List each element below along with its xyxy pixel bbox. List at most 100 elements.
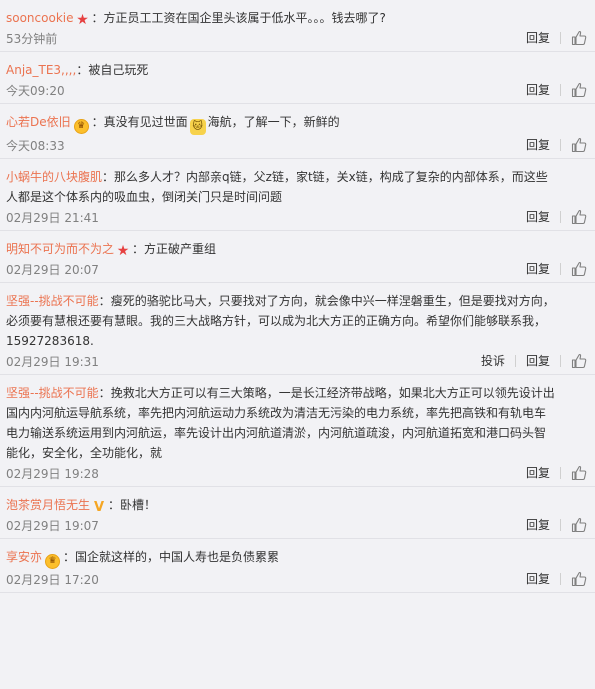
reply-button[interactable]: 回复 [526,208,550,225]
comment-actions: 回复 [526,136,587,153]
comment-meta: 02月29日 17:20 回复 [6,569,587,592]
username-link[interactable]: 泡茶赏月悟无生 [6,498,90,512]
comment-text: 国企就这样的，中国人寿也是负债累累 [75,550,280,564]
comment-time: 今天08:33 [6,139,65,153]
cat-emoji-icon: 🐱 [189,119,206,135]
comment-actions: 回复 [526,260,587,277]
report-link[interactable]: 投诉 [481,352,505,369]
comment-actions: 回复 [526,570,587,587]
comment-time: 今天09:20 [6,84,65,98]
comment-time: 02月29日 19:07 [6,519,99,533]
comment-meta: 今天08:33 回复 [6,135,587,158]
colon-separator: ： [132,242,145,256]
comment-actions: 回复 [526,29,587,46]
action-divider [560,466,561,479]
colon-separator: ： [91,115,104,129]
username-link[interactable]: Anja_TE3,,,, [6,63,76,77]
comment-actions: 投诉 回复 [481,352,587,369]
comment-text: 被自己玩死 [88,63,149,77]
action-divider [560,518,561,531]
thumbs-up-icon[interactable] [571,82,587,98]
username-link[interactable]: 享安亦 [6,550,42,564]
comment-item: sooncookie ★ ：方正员工工资在国企里头该属于低水平。。。钱去哪了? 53分… [0,0,595,52]
thumbs-up-icon[interactable] [571,30,587,46]
action-divider [560,210,561,223]
thumbs-up-icon[interactable] [571,517,587,533]
comment-meta: 02月29日 19:31 投诉 回复 [6,351,587,374]
comment-meta: 02月29日 21:41 回复 [6,207,587,230]
comment-actions: 回复 [526,464,587,481]
colon-separator: ： [98,386,111,400]
reply-button[interactable]: 回复 [526,81,550,98]
comment-text-continued: 海航，了解一下，新鲜的 [207,115,340,129]
comment-time: 53分钟前 [6,32,58,46]
comment-body: 坚强--挑战不可能：挽救北大方正可以有三大策略，一是长江经济带战略，如果北大方正… [6,383,555,463]
reply-button[interactable]: 回复 [526,464,550,481]
username-link[interactable]: 坚强--挑战不可能 [6,294,99,308]
comment-meta: 53分钟前 回复 [6,28,587,51]
action-divider [560,572,561,585]
colon-separator: ： [76,63,89,77]
reply-button[interactable]: 回复 [526,352,550,369]
comment-item: 坚强--挑战不可能：瘦死的骆驼比马大，只要找对了方向，就会像中兴一样涅磐重生，但… [0,283,595,375]
comment-text: 真没有见过世面 [103,115,188,129]
comment-item: 享安亦 ♛ ：国企就这样的，中国人寿也是负债累累 02月29日 17:20 回复 [0,539,595,593]
comment-meta: 02月29日 19:28 回复 [6,463,587,486]
comment-item: 小蜗牛的八块腹肌：那么多人才？内部亲q链，父z链，家t链，关x链，构成了复杂的内… [0,159,595,231]
thumbs-up-icon[interactable] [571,353,587,369]
comment-body: 泡茶赏月悟无生 V ：卧槽！ [6,495,555,515]
comment-time: 02月29日 17:20 [6,573,99,587]
reply-button[interactable]: 回复 [526,570,550,587]
reply-button[interactable]: 回复 [526,260,550,277]
comment-body: 明知不可为而不为之 ★ ：方正破产重组 [6,239,555,259]
action-divider [560,138,561,151]
colon-separator: ： [102,170,115,184]
crown-badge-icon: ♛ [73,119,89,134]
comment-item: 坚强--挑战不可能：挽救北大方正可以有三大策略，一是长江经济带战略，如果北大方正… [0,375,595,487]
username-link[interactable]: 明知不可为而不为之 [6,242,114,256]
thumbs-up-icon[interactable] [571,571,587,587]
comment-text: 方正员工工资在国企里头该属于低水平。。。钱去哪了? [103,11,386,25]
comment-meta: 02月29日 20:07 回复 [6,259,587,282]
username-link[interactable]: 小蜗牛的八块腹肌 [6,170,102,184]
v-badge-icon: V [93,500,105,515]
comment-time: 02月29日 20:07 [6,263,99,277]
comment-body: 小蜗牛的八块腹肌：那么多人才？内部亲q链，父z链，家t链，关x链，构成了复杂的内… [6,167,555,207]
comment-item: Anja_TE3,,,,：被自己玩死今天09:20 回复 [0,52,595,104]
comment-time: 02月29日 19:31 [6,355,99,369]
colon-separator: ： [91,11,104,25]
action-divider [560,83,561,96]
comment-body: 享安亦 ♛ ：国企就这样的，中国人寿也是负债累累 [6,547,555,569]
thumbs-up-icon[interactable] [571,137,587,153]
star-badge-icon: ★ [116,243,130,259]
comment-item: 泡茶赏月悟无生 V ：卧槽！ 02月29日 19:07 回复 [0,487,595,539]
action-divider [560,354,561,367]
username-link[interactable]: sooncookie [6,11,74,25]
comment-meta: 今天09:20 回复 [6,80,587,103]
colon-separator: ： [63,550,76,564]
comment-meta: 02月29日 19:07 回复 [6,515,587,538]
thumbs-up-icon[interactable] [571,261,587,277]
reply-button[interactable]: 回复 [526,136,550,153]
reply-button[interactable]: 回复 [526,29,550,46]
reply-button[interactable]: 回复 [526,516,550,533]
comment-body: 心若De依旧 ♛ ：真没有见过世面 🐱 海航，了解一下，新鲜的 [6,112,555,135]
comment-time: 02月29日 19:28 [6,467,99,481]
comment-text: 卧槽！ [120,498,157,512]
username-link[interactable]: 心若De依旧 [6,115,71,129]
thumbs-up-icon[interactable] [571,465,587,481]
comment-actions: 回复 [526,81,587,98]
action-divider [560,31,561,44]
comment-body: Anja_TE3,,,,：被自己玩死 [6,60,555,80]
comment-time: 02月29日 21:41 [6,211,99,225]
comment-actions: 回复 [526,208,587,225]
comment-body: 坚强--挑战不可能：瘦死的骆驼比马大，只要找对了方向，就会像中兴一样涅磐重生，但… [6,291,555,351]
comment-list: sooncookie ★ ：方正员工工资在国企里头该属于低水平。。。钱去哪了? 53分… [0,0,595,593]
crown-badge-icon: ♛ [45,554,61,569]
colon-separator: ： [98,294,111,308]
thumbs-up-icon[interactable] [571,209,587,225]
comment-text: 方正破产重组 [144,242,217,256]
action-divider [560,262,561,275]
colon-separator: ： [108,498,121,512]
username-link[interactable]: 坚强--挑战不可能 [6,386,99,400]
